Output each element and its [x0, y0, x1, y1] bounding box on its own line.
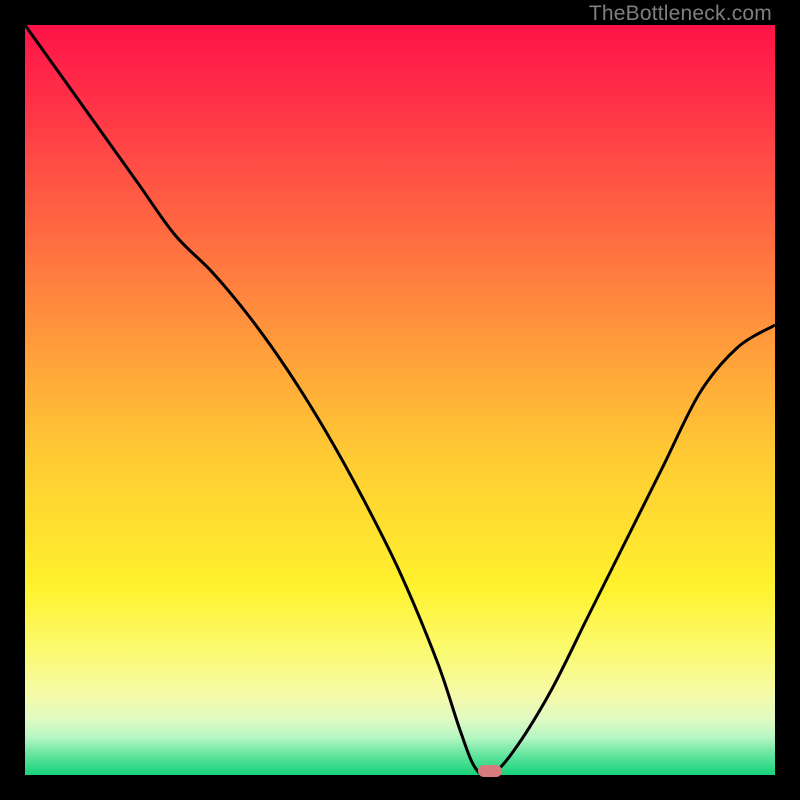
bottleneck-curve — [25, 25, 775, 775]
optimum-marker — [478, 765, 502, 777]
curve-path — [25, 25, 775, 775]
plot-area — [25, 25, 775, 775]
chart-frame: TheBottleneck.com — [0, 0, 800, 800]
watermark-text: TheBottleneck.com — [589, 2, 772, 26]
